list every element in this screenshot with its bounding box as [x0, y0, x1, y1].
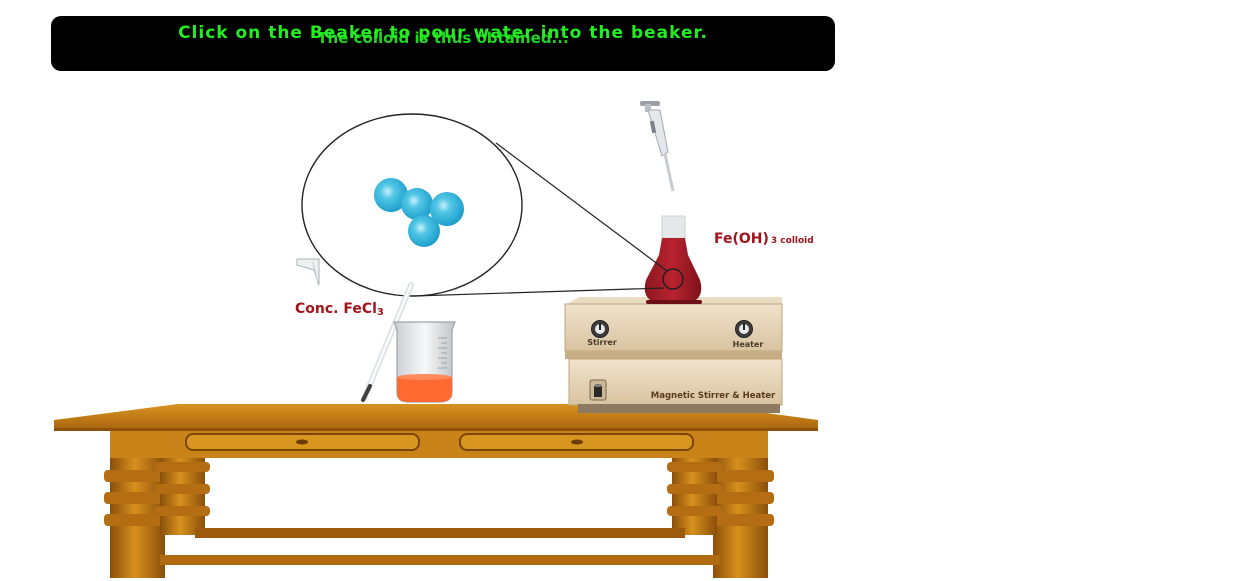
heater-label: Heater	[733, 340, 764, 349]
table-stretcher	[195, 528, 685, 538]
stirrer-knob-icon[interactable]	[591, 320, 609, 338]
magnetic-stirrer-heater[interactable]: Stirrer Heater Magnetic Stirrer & Heater	[564, 297, 783, 413]
dropper-icon[interactable]	[296, 258, 320, 286]
power-switch-icon[interactable]	[589, 379, 607, 401]
colloid-label: Fe(OH) 3 colloid	[714, 231, 814, 247]
magnified-view	[301, 113, 668, 297]
lab-table	[54, 404, 818, 578]
device-label: Magnetic Stirrer & Heater	[651, 391, 776, 401]
beaker-icon[interactable]	[393, 321, 456, 403]
table-stretcher-front	[160, 555, 720, 565]
micropipette-icon[interactable]	[640, 101, 675, 192]
lab-scene: Stirrer Heater Magnetic Stirrer & Heater…	[54, 101, 818, 578]
fecl3-label: Conc. FeCl3	[295, 301, 384, 318]
conical-flask-icon[interactable]	[644, 215, 702, 304]
heater-knob-icon[interactable]	[735, 320, 753, 338]
stirrer-label: Stirrer	[587, 338, 617, 347]
